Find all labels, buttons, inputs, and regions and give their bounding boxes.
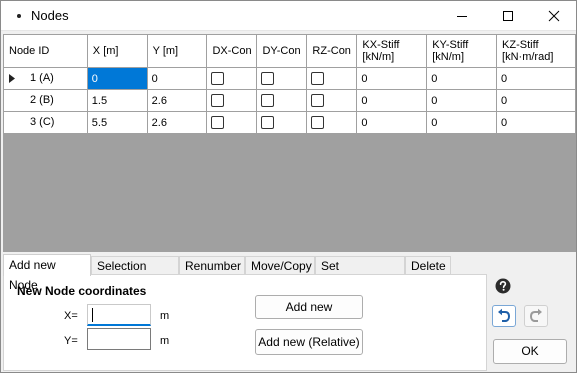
col-header-y[interactable]: Y [m]	[146, 34, 208, 68]
maximize-button[interactable]	[485, 1, 531, 31]
col-header-rz-con[interactable]: RZ-Con	[306, 34, 358, 68]
y-coordinate-input[interactable]	[87, 328, 151, 350]
nodes-dialog: Nodes Node ID X [m] Y [m] DX-Con DY-Con …	[0, 0, 577, 373]
cell-dx-con	[206, 89, 258, 112]
nodes-table: Node ID X [m] Y [m] DX-Con DY-Con RZ-Con…	[3, 34, 576, 134]
cell-x[interactable]: 0	[86, 67, 148, 90]
cell-rz-con	[306, 67, 358, 90]
cell-ky-stiff[interactable]: 0	[426, 89, 498, 112]
row-header[interactable]: 1 (A)	[3, 67, 88, 90]
cell-kz-stiff[interactable]: 0	[496, 111, 576, 134]
node-id: 3 (C)	[30, 116, 55, 128]
cell-dy-con	[256, 111, 308, 134]
add-new-node-panel: New Node coordinates X= m Y= m Add new A…	[3, 274, 487, 371]
close-button[interactable]	[531, 1, 577, 31]
maximize-icon	[503, 11, 513, 21]
cell-y[interactable]: 2.6	[146, 111, 208, 134]
dx-con-checkbox[interactable]	[211, 94, 225, 107]
redo-button[interactable]	[524, 305, 548, 327]
y-unit: m	[160, 335, 170, 347]
tab-renumber[interactable]: Renumber	[179, 256, 245, 275]
tab-selection-tools[interactable]: Selection tools	[91, 256, 179, 291]
table-row[interactable]: 1 (A) 0 0 0 0 0	[3, 67, 576, 90]
dy-con-checkbox[interactable]	[261, 72, 275, 85]
text-caret	[92, 308, 93, 322]
x-unit: m	[160, 310, 170, 322]
tab-move-copy[interactable]: Move/Copy	[245, 256, 315, 275]
current-row-icon	[9, 74, 15, 83]
row-header[interactable]: 2 (B)	[3, 89, 88, 112]
col-header-kx-stiff[interactable]: KX-Stiff [kN/m]	[356, 34, 428, 68]
row-header[interactable]: 3 (C)	[3, 111, 88, 134]
tab-set-constraints[interactable]: Set Constraints	[315, 256, 405, 291]
undo-icon	[498, 308, 511, 322]
cell-y[interactable]: 2.6	[146, 89, 208, 112]
app-icon	[13, 10, 25, 22]
node-id: 1 (A)	[30, 72, 54, 84]
minimize-button[interactable]	[439, 1, 485, 31]
dy-con-checkbox[interactable]	[261, 94, 275, 107]
nodes-grid[interactable]: Node ID X [m] Y [m] DX-Con DY-Con RZ-Con…	[3, 34, 576, 252]
title-bar: Nodes	[1, 1, 576, 31]
dx-con-checkbox[interactable]	[211, 72, 225, 85]
cell-kx-stiff[interactable]: 0	[356, 111, 428, 134]
help-button[interactable]	[491, 275, 515, 297]
cell-dx-con	[206, 67, 258, 90]
x-coordinate-input[interactable]	[87, 304, 151, 326]
cell-kz-stiff[interactable]: 0	[496, 89, 576, 112]
table-header-row: Node ID X [m] Y [m] DX-Con DY-Con RZ-Con…	[3, 34, 576, 68]
cell-rz-con	[306, 89, 358, 112]
rz-con-checkbox[interactable]	[311, 72, 325, 85]
col-header-dy-con[interactable]: DY-Con	[256, 34, 308, 68]
cell-x[interactable]: 5.5	[86, 111, 148, 134]
add-new-button[interactable]: Add new	[255, 295, 363, 319]
col-header-x[interactable]: X [m]	[86, 34, 148, 68]
col-header-ky-stiff[interactable]: KY-Stiff [kN/m]	[426, 34, 498, 68]
cell-kx-stiff[interactable]: 0	[356, 89, 428, 112]
rz-con-checkbox[interactable]	[311, 94, 325, 107]
cell-ky-stiff[interactable]: 0	[426, 111, 498, 134]
cell-dx-con	[206, 111, 258, 134]
minimize-icon	[457, 16, 467, 17]
cell-kz-stiff[interactable]: 0	[496, 67, 576, 90]
x-label: X=	[64, 310, 78, 322]
close-icon	[548, 10, 560, 22]
tab-delete[interactable]: Delete	[405, 256, 451, 275]
tab-add-new-node[interactable]: Add new Node	[3, 254, 91, 292]
col-header-dx-con[interactable]: DX-Con	[206, 34, 258, 68]
node-id: 2 (B)	[30, 94, 54, 106]
cell-dy-con	[256, 67, 308, 90]
cell-ky-stiff[interactable]: 0	[426, 67, 498, 90]
cell-rz-con	[306, 111, 358, 134]
cell-dy-con	[256, 89, 308, 112]
table-row[interactable]: 2 (B) 1.5 2.6 0 0 0	[3, 89, 576, 112]
cell-y[interactable]: 0	[146, 67, 208, 90]
table-row[interactable]: 3 (C) 5.5 2.6 0 0 0	[3, 111, 576, 134]
undo-button[interactable]	[492, 305, 516, 327]
ok-button[interactable]: OK	[493, 339, 567, 364]
y-label: Y=	[64, 335, 78, 347]
dx-con-checkbox[interactable]	[211, 116, 225, 129]
col-header-node-id[interactable]: Node ID	[3, 34, 88, 68]
cell-kx-stiff[interactable]: 0	[356, 67, 428, 90]
cell-x[interactable]: 1.5	[86, 89, 148, 112]
rz-con-checkbox[interactable]	[311, 116, 325, 129]
add-new-relative-button[interactable]: Add new (Relative)	[255, 329, 363, 355]
dy-con-checkbox[interactable]	[261, 116, 275, 129]
window-title: Nodes	[31, 8, 69, 23]
redo-icon	[529, 308, 542, 322]
col-header-kz-stiff[interactable]: KZ-Stiff [kN·m/rad]	[496, 34, 576, 68]
help-icon	[495, 278, 511, 294]
